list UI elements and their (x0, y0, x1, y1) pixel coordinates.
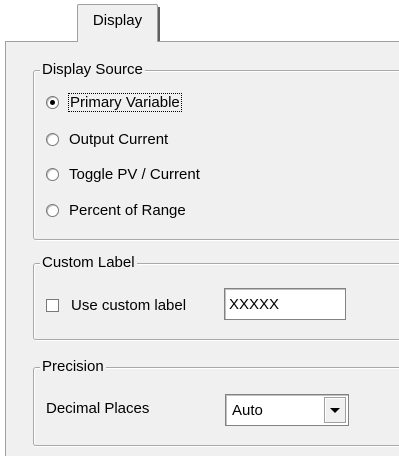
radio-toggle-pv-current[interactable]: Toggle PV / Current (46, 164, 200, 184)
radio-label: Percent of Range (69, 201, 186, 219)
radio-button[interactable] (46, 167, 59, 181)
radio-primary-variable[interactable]: Primary Variable (46, 92, 182, 112)
custom-label-group: Custom Label Use custom label (33, 254, 399, 340)
radio-label: Primary Variable (68, 92, 182, 112)
radio-percent-of-range[interactable]: Percent of Range (46, 200, 186, 220)
radio-button[interactable] (46, 132, 59, 146)
dropdown-button[interactable] (324, 397, 346, 423)
tab-display-label: Display (92, 12, 143, 29)
tab-display[interactable]: Display (77, 4, 160, 42)
display-source-group: Display Source Primary Variable Output C… (33, 61, 399, 240)
precision-group: Precision Decimal Places Auto (33, 358, 399, 446)
use-custom-label-checkbox[interactable] (46, 298, 59, 312)
display-panel: Display Source Primary Variable Output C… (5, 41, 399, 456)
use-custom-label-text: Use custom label (71, 296, 187, 314)
decimal-places-label: Decimal Places (46, 400, 150, 417)
decimal-places-select[interactable]: Auto (225, 394, 349, 426)
use-custom-label-checkbox-row[interactable]: Use custom label (46, 295, 186, 315)
custom-label-input[interactable] (224, 288, 346, 320)
radio-button[interactable] (46, 203, 59, 217)
display-source-title: Display Source (40, 61, 145, 79)
radio-label: Output Current (69, 130, 169, 148)
custom-label-title: Custom Label (40, 254, 137, 272)
precision-title: Precision (40, 358, 106, 376)
radio-label: Toggle PV / Current (69, 165, 200, 183)
radio-output-current[interactable]: Output Current (46, 129, 168, 149)
decimal-places-value: Auto (232, 401, 263, 419)
chevron-down-icon (330, 407, 340, 413)
radio-button-checked[interactable] (46, 95, 59, 109)
property-page: Display Display Source Primary Variable … (0, 0, 399, 456)
